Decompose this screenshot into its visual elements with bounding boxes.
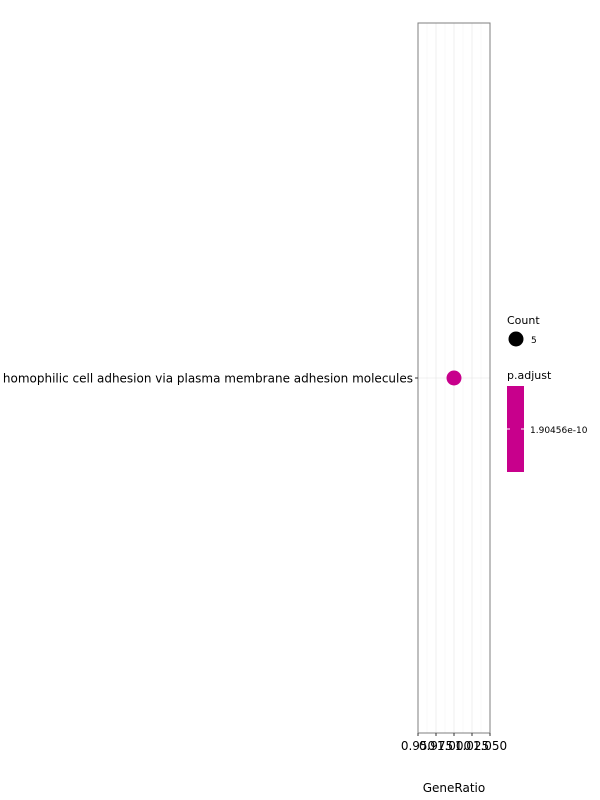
x-axis-title: GeneRatio xyxy=(423,781,485,795)
y-tick-label: homophilic cell adhesion via plasma memb… xyxy=(3,372,413,386)
size-legend-label: 5 xyxy=(531,336,537,346)
data-points xyxy=(446,370,462,386)
size-legend: Count 5 xyxy=(507,314,540,347)
size-legend-title: Count xyxy=(507,314,540,327)
chart: homophilic cell adhesion via plasma memb… xyxy=(3,22,588,795)
color-legend: p.adjust 1.90456e-10 xyxy=(507,369,588,472)
color-legend-label: 1.90456e-10 xyxy=(530,426,588,436)
color-legend-title: p.adjust xyxy=(507,369,552,382)
y-axis: homophilic cell adhesion via plasma memb… xyxy=(3,372,418,386)
plot-panel xyxy=(417,22,491,734)
x-tick-label: 1.050 xyxy=(473,739,507,753)
size-legend-key xyxy=(508,331,524,347)
data-point xyxy=(446,370,462,386)
x-axis: 0.9500.9751.0001.0251.050 xyxy=(401,733,507,753)
